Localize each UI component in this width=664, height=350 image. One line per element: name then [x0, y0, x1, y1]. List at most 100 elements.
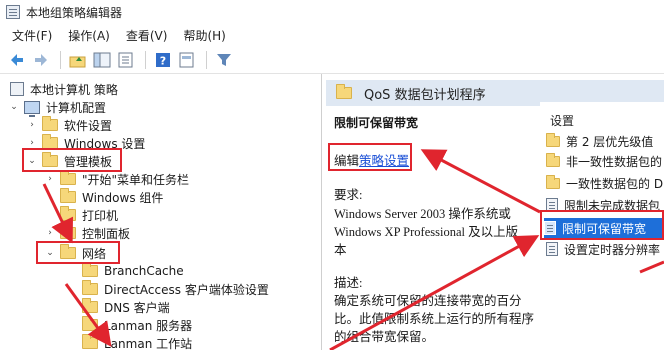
- tree-item-lanman-workstation[interactable]: Lanman 工作站: [82, 334, 192, 350]
- folder-icon: [546, 152, 560, 167]
- folder-icon: [546, 174, 560, 189]
- annotation-box-edit-link: [328, 143, 412, 171]
- annotation-box-network: [36, 241, 120, 264]
- folder-icon: [60, 224, 76, 239]
- tree-item-start-menu[interactable]: › "开始"菜单和任务栏: [44, 170, 189, 188]
- tree-label: 打印机: [82, 208, 119, 223]
- folder-icon: [82, 334, 98, 349]
- expand-chevron-icon[interactable]: ›: [44, 174, 56, 184]
- tree-label: 软件设置: [64, 118, 113, 133]
- tree-item-windows-components[interactable]: › Windows 组件: [44, 188, 163, 206]
- requirements-label: 要求:: [334, 188, 363, 202]
- expand-chevron-icon[interactable]: ›: [26, 120, 38, 130]
- menu-view[interactable]: 查看(V): [118, 27, 176, 44]
- toolbar-separator: [145, 50, 146, 69]
- folder-icon: [42, 116, 58, 131]
- tree-panel-icon: [93, 52, 111, 67]
- menu-action[interactable]: 操作(A): [60, 27, 118, 44]
- tree-label: BranchCache: [104, 264, 184, 278]
- folder-icon: [82, 262, 98, 277]
- show-hide-tree-button[interactable]: [91, 49, 113, 71]
- window-title: 本地组策略编辑器: [26, 5, 123, 20]
- annotation-box-admin-templates: [22, 148, 122, 172]
- toolbar: ?: [0, 46, 664, 74]
- export-list-button[interactable]: [115, 49, 137, 71]
- filter-icon: [217, 53, 231, 66]
- tree-label: 本地计算机 策略: [30, 82, 118, 97]
- settings-item-folder[interactable]: 第 2 层优先级值: [546, 132, 664, 150]
- tree-item-control-panel[interactable]: › 控制面板: [44, 224, 130, 242]
- requirements-line: 本: [334, 243, 347, 257]
- policy-editor-app-icon: [6, 5, 20, 19]
- collapse-chevron-icon[interactable]: ⌄: [8, 102, 20, 112]
- settings-item-label: 一致性数据包的 D: [566, 176, 664, 191]
- folder-icon: [60, 170, 76, 185]
- svg-text:?: ?: [160, 54, 166, 67]
- description-line: 比。此值限制系统上运行的所有程序: [334, 312, 535, 326]
- settings-item-label: 非一致性数据包的: [566, 154, 663, 169]
- settings-column-header[interactable]: 设置: [550, 112, 574, 129]
- tree-item-branchcache[interactable]: BranchCache: [82, 262, 184, 280]
- tree-item-computer-config[interactable]: ⌄ 计算机配置: [8, 98, 107, 117]
- tree-item-directaccess[interactable]: DirectAccess 客户端体验设置: [82, 280, 269, 298]
- tree-label: Lanman 服务器: [104, 318, 193, 333]
- folder-icon: [336, 84, 352, 99]
- properties-button[interactable]: [176, 49, 198, 71]
- expand-chevron-icon[interactable]: ›: [26, 138, 38, 148]
- tree-label: Lanman 工作站: [104, 336, 193, 350]
- help-button[interactable]: ?: [152, 49, 174, 71]
- folder-icon: [82, 280, 98, 295]
- settings-item-label: 第 2 层优先级值: [566, 134, 654, 149]
- tree-label: Windows 组件: [82, 190, 164, 205]
- tree-item-dns-client[interactable]: DNS 客户端: [82, 298, 170, 316]
- expand-chevron-icon[interactable]: ›: [44, 192, 56, 202]
- title-bar: 本地组策略编辑器: [0, 0, 664, 24]
- expand-chevron-icon[interactable]: ›: [44, 228, 56, 238]
- forward-button[interactable]: [30, 49, 52, 71]
- folder-icon: [60, 206, 76, 221]
- toolbar-separator: [206, 50, 207, 69]
- policy-setting-icon: [546, 242, 558, 256]
- navigation-tree: 本地计算机 策略 ⌄ 计算机配置 › 软件设置 › Windows 设置 ⌄ 管…: [0, 74, 322, 350]
- details-header-title: QoS 数据包计划程序: [364, 87, 486, 103]
- menu-file[interactable]: 文件(F): [4, 27, 60, 44]
- back-arrow-icon: [11, 53, 23, 66]
- forward-arrow-icon: [35, 53, 47, 66]
- menu-help[interactable]: 帮助(H): [175, 27, 233, 44]
- folder-icon: [82, 316, 98, 331]
- requirements-line: Windows Server 2003 操作系统或: [334, 207, 511, 221]
- tree-label: "开始"菜单和任务栏: [82, 172, 190, 187]
- tree-item-software-settings[interactable]: › 软件设置: [26, 116, 112, 134]
- folder-icon: [546, 132, 560, 147]
- policy-icon: [10, 82, 24, 96]
- properties-icon: [179, 52, 194, 67]
- up-folder-icon: [69, 56, 86, 67]
- annotation-box-selected-setting: [540, 210, 664, 240]
- tree-label: DirectAccess 客户端体验设置: [104, 282, 269, 297]
- folder-icon: [82, 298, 98, 313]
- settings-item-policy[interactable]: 设置定时器分辨率: [546, 240, 664, 258]
- filter-button[interactable]: [213, 49, 235, 71]
- settings-item-folder[interactable]: 一致性数据包的 D: [546, 174, 664, 192]
- folder-icon: [60, 188, 76, 203]
- tree-label: 计算机配置: [46, 100, 107, 115]
- tree-label: DNS 客户端: [104, 300, 170, 315]
- description-line: 确定系统可保留的连接带宽的百分: [334, 294, 522, 308]
- description-line: 的组合带宽保留。: [334, 330, 435, 344]
- back-button[interactable]: [6, 49, 28, 71]
- settings-item-label: 设置定时器分辨率: [564, 242, 661, 257]
- tree-item-printers[interactable]: 打印机: [60, 206, 118, 224]
- menu-bar: 文件(F) 操作(A) 查看(V) 帮助(H): [0, 24, 664, 46]
- export-list-icon: [118, 52, 133, 67]
- tree-label: 控制面板: [82, 226, 131, 241]
- toolbar-separator: [60, 50, 61, 69]
- tree-item-lanman-server[interactable]: Lanman 服务器: [82, 316, 192, 334]
- settings-item-folder[interactable]: 非一致性数据包的: [546, 152, 664, 170]
- requirements-line: Windows XP Professional 及以上版: [334, 225, 519, 239]
- computer-icon: [24, 100, 40, 117]
- tree-item-root[interactable]: 本地计算机 策略: [10, 80, 118, 98]
- up-folder-button[interactable]: [67, 49, 89, 71]
- policy-title: 限制可保留带宽: [334, 116, 419, 130]
- help-icon: ?: [156, 52, 170, 67]
- description-label: 描述:: [334, 276, 363, 290]
